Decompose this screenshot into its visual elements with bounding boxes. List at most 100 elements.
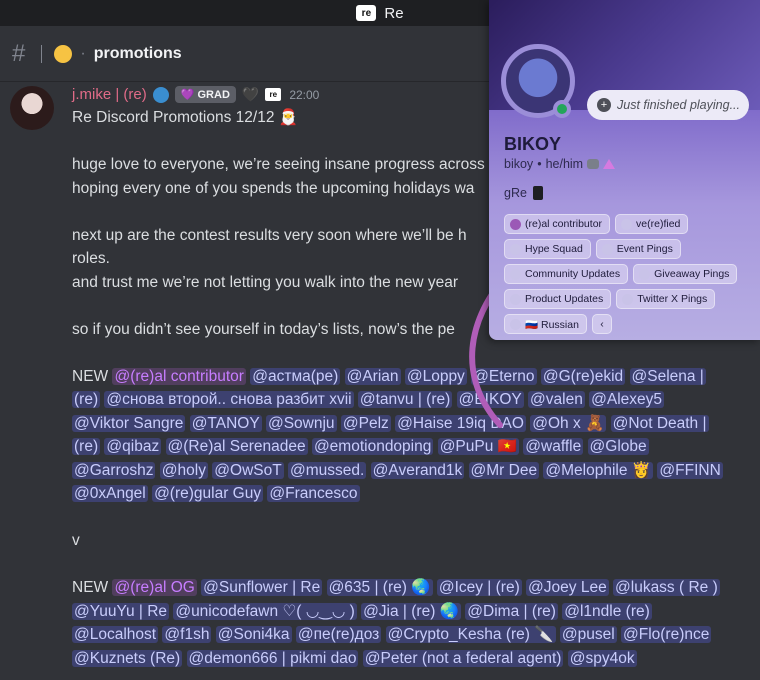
mention-line: (re) @qibaz @(Re)al Serenadee @emotiondo…: [72, 435, 752, 459]
role-pill[interactable]: Product Updates: [504, 289, 612, 309]
user-mention[interactable]: @Not Death |: [610, 414, 709, 432]
role-label: 🇷🇺 Russian: [525, 318, 579, 331]
user-mention[interactable]: @Peter (not a federal agent): [362, 649, 564, 667]
user-mention[interactable]: @Localhost: [72, 626, 159, 643]
channel-name[interactable]: promotions: [94, 45, 182, 63]
user-mention[interactable]: @Francesco: [267, 485, 360, 502]
user-mention[interactable]: @FFINN: [657, 461, 723, 479]
role-pill[interactable]: Event Pings: [595, 239, 681, 259]
user-mention[interactable]: @635 | (re) 🌏: [326, 579, 433, 596]
user-mention[interactable]: @demon666 | pikmi dao: [186, 649, 359, 667]
user-mention[interactable]: (re): [72, 391, 101, 408]
role-color-icon: [621, 218, 633, 230]
user-mention[interactable]: @Dima | (re): [465, 602, 558, 620]
role-pill[interactable]: Community Updates: [504, 264, 629, 284]
role-color-icon: [510, 268, 521, 280]
user-mention[interactable]: @Flo(re)nce: [621, 626, 712, 643]
user-mention[interactable]: @0xAngel: [72, 485, 148, 502]
user-mention[interactable]: @Jia | (re) 🌏: [361, 602, 461, 620]
user-mention[interactable]: @Icey | (re): [436, 579, 522, 596]
mention-line: @Localhost @f1sh @Soni4ka @пе(re)доз @Cr…: [72, 623, 752, 647]
badge-icon: [587, 159, 600, 169]
profile-pronouns: he/him: [545, 157, 584, 171]
user-mention[interactable]: @снова второй.. снова разбит xvii: [104, 391, 354, 408]
user-mention[interactable]: @Globe: [587, 438, 649, 455]
role-pill[interactable]: Twitter X Pings: [616, 289, 716, 309]
user-mention[interactable]: @waffle: [523, 438, 584, 455]
user-mention[interactable]: @(Re)al Serenadee: [165, 438, 308, 455]
user-mention[interactable]: @Alexey5: [589, 391, 665, 408]
user-mention[interactable]: @OwSoT: [212, 461, 284, 479]
role-mention[interactable]: @(re)al contributor: [112, 367, 246, 385]
user-mention[interactable]: @tanvu | (re): [357, 391, 453, 408]
user-mention[interactable]: @YuuYu | Re: [72, 602, 170, 620]
user-mention[interactable]: @l1ndle (re): [562, 602, 652, 620]
window-title: Re: [384, 4, 404, 22]
user-mention[interactable]: (re): [72, 438, 101, 455]
profile-popout[interactable]: + Just finished playing... BIKOY bikoy •…: [489, 0, 760, 340]
user-mention[interactable]: @Averand1k: [370, 461, 465, 479]
user-mention[interactable]: @G(re)ekid: [540, 367, 626, 385]
role-pill[interactable]: (re)al contributor: [504, 214, 611, 234]
user-mention[interactable]: @Pelz: [340, 414, 391, 432]
user-mention[interactable]: @Sunflower | Re: [201, 579, 323, 596]
custom-status[interactable]: + Just finished playing...: [587, 90, 749, 120]
user-mention[interactable]: @f1sh: [162, 626, 212, 643]
role-pill[interactable]: Giveaway Pings: [633, 264, 738, 284]
role-label: Product Updates: [525, 293, 604, 305]
role-label: Event Pings: [616, 243, 673, 255]
user-mention[interactable]: @Garroshz: [72, 461, 156, 479]
user-mention[interactable]: @TANOY: [189, 414, 262, 432]
user-mention[interactable]: @Mr Dee: [468, 461, 540, 479]
user-mention[interactable]: @(re)gular Guy: [152, 485, 264, 502]
role-pill[interactable]: 🇷🇺 Russian: [504, 314, 587, 334]
bio-text: gRe: [504, 186, 527, 200]
user-mention[interactable]: @pusel: [559, 626, 617, 643]
user-mention[interactable]: @PuPu 🇻🇳: [437, 438, 519, 455]
user-mention[interactable]: @mussed.: [288, 461, 367, 479]
user-mention[interactable]: @Soni4ka: [215, 626, 292, 643]
dot-separator: •: [537, 157, 542, 171]
dot-separator: ·: [80, 44, 86, 62]
user-mention[interactable]: @lukass ( Re ): [613, 579, 720, 596]
app-logo-icon: re: [356, 5, 377, 21]
status-text: Just finished playing...: [617, 98, 740, 112]
author-avatar[interactable]: [10, 86, 54, 130]
user-mention[interactable]: @spy4ok: [567, 649, 637, 667]
user-mention[interactable]: @пе(re)доз: [295, 626, 382, 643]
channel-emoji-icon: [54, 44, 73, 63]
role-pill[interactable]: Hype Squad: [504, 239, 591, 259]
user-mention[interactable]: @Joey Lee: [526, 579, 609, 596]
user-mention[interactable]: @qibaz: [104, 438, 162, 455]
mention-line: @Garroshz @holy @OwSoT @mussed. @Averand…: [72, 459, 752, 483]
user-mention[interactable]: @holy: [159, 461, 208, 479]
user-mention[interactable]: @Kuznets (Re): [72, 649, 183, 667]
user-mention[interactable]: @Melophile 👸: [543, 461, 654, 479]
user-mention[interactable]: @Viktor Sangre: [72, 414, 186, 432]
role-color-icon: [510, 318, 521, 330]
new-label: NEW: [72, 367, 109, 385]
role-color-icon: [510, 243, 521, 255]
user-mention[interactable]: @unicodefawn ♡( ◡‿◡ ): [173, 602, 357, 620]
user-mention[interactable]: @Crypto_Kesha (re) 🔪: [385, 626, 556, 643]
user-mention[interactable]: @Loppy: [404, 367, 467, 385]
role-color-icon: [510, 218, 521, 230]
role-pill[interactable]: ve(re)fied: [615, 214, 689, 234]
triangle-badge-icon: [603, 159, 616, 169]
hash-icon: #: [12, 39, 26, 67]
online-status-icon: [553, 100, 571, 118]
user-mention[interactable]: @emotiondoping: [311, 438, 434, 455]
timestamp: 22:00: [289, 87, 320, 102]
user-mention[interactable]: @Arian: [344, 367, 401, 385]
role-label: (re)al contributor: [525, 218, 603, 230]
server-tag-badge[interactable]: 💜 GRAD: [174, 86, 236, 103]
collapse-roles-button[interactable]: ‹: [591, 314, 612, 334]
server-tag-label: GRAD: [197, 89, 230, 101]
user-mention[interactable]: @астма(ре): [250, 367, 341, 385]
user-mention[interactable]: @Selena |: [629, 367, 706, 385]
user-mention[interactable]: @Sownju: [265, 414, 337, 432]
profile-username: bikoy: [504, 157, 534, 171]
role-label: Giveaway Pings: [654, 268, 730, 280]
role-mention[interactable]: @(re)al OG: [112, 579, 197, 596]
author-name[interactable]: j.mike | (re): [72, 86, 147, 103]
